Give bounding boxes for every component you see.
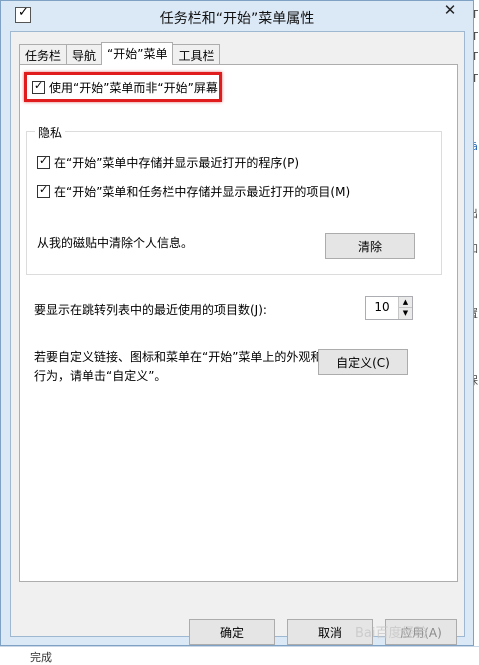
start-menu-panel: 使用“开始”菜单而非“开始”屏幕 隐私 在“开始”菜单中存储并显示最近打开的程序… — [19, 64, 458, 582]
window-title: 任务栏和“开始”菜单属性 — [159, 11, 315, 27]
privacy-group: 隐私 在“开始”菜单中存储并显示最近打开的程序(P) 在“开始”菜单和任务栏中存… — [26, 124, 442, 275]
jumplist-count-label: 要显示在跳转列表中的最近使用的项目数(J): — [34, 303, 267, 317]
store-items-option[interactable]: 在“开始”菜单和任务栏中存储并显示最近打开的项目(M) — [37, 183, 350, 200]
taskbar-properties-dialog: 任务栏和“开始”菜单属性 ✕ 任务栏 导航 “开始”菜单 工具栏 使用“开始”菜… — [0, 0, 474, 646]
background-bottom-bar — [0, 646, 479, 665]
baidu-watermark: Bai百度经验 — [355, 626, 428, 641]
stepper-up-arrow-icon[interactable]: ▲ — [398, 297, 412, 308]
clear-button[interactable]: 清除 — [325, 233, 415, 259]
privacy-group-title: 隐私 — [35, 124, 66, 141]
customize-button[interactable]: 自定义(C) — [318, 349, 408, 375]
store-programs-option[interactable]: 在“开始”菜单中存储并显示最近打开的程序(P) — [37, 154, 299, 171]
background-status-text: 完成 — [30, 651, 52, 664]
checkbox-checked-icon[interactable] — [37, 183, 50, 198]
customize-text-1: 若要自定义链接、图标和菜单在“开始”菜单上的外观和 — [34, 350, 323, 364]
stepper-down-arrow-icon[interactable]: ▼ — [398, 308, 412, 319]
tab-toolbars[interactable]: 工具栏 — [172, 44, 221, 64]
customize-text-line2: 行为，请单击“自定义”。 — [34, 367, 166, 384]
store-programs-label: 在“开始”菜单中存储并显示最近打开的程序(P) — [54, 156, 300, 170]
store-items-label: 在“开始”菜单和任务栏中存储并显示最近打开的项目(M) — [54, 185, 351, 199]
jumplist-count-text: 要显示在跳转列表中的最近使用的项目数(J): — [34, 301, 267, 318]
jumplist-count-value[interactable]: 10 — [366, 300, 398, 314]
start-menu-option-label: 使用“开始”菜单而非“开始”屏幕 — [49, 81, 218, 95]
dialog-client-area: 任务栏 导航 “开始”菜单 工具栏 使用“开始”菜单而非“开始”屏幕 隐私 在“… — [10, 31, 465, 645]
tab-navigation[interactable]: 导航 — [66, 44, 103, 64]
tab-start-menu[interactable]: “开始”菜单 — [101, 42, 174, 65]
title-bar[interactable]: 任务栏和“开始”菜单属性 ✕ — [1, 1, 473, 31]
checkbox-checked-icon[interactable] — [37, 154, 50, 169]
checkbox-checked-icon[interactable] — [32, 79, 45, 94]
close-button[interactable]: ✕ — [437, 2, 463, 20]
customize-text-line1: 若要自定义链接、图标和菜单在“开始”菜单上的外观和 — [34, 348, 322, 365]
tab-strip: 任务栏 导航 “开始”菜单 工具栏 — [19, 42, 221, 65]
ok-button[interactable]: 确定 — [189, 619, 275, 645]
clear-info-label: 从我的磁贴中清除个人信息。 — [37, 236, 194, 250]
jumplist-count-stepper[interactable]: 10 ▲ ▼ — [365, 296, 413, 320]
start-menu-option[interactable]: 使用“开始”菜单而非“开始”屏幕 — [32, 79, 218, 96]
tab-taskbar[interactable]: 任务栏 — [19, 44, 68, 64]
customize-text-2: 行为，请单击“自定义”。 — [34, 369, 167, 383]
clear-info-text: 从我的磁贴中清除个人信息。 — [37, 234, 193, 251]
